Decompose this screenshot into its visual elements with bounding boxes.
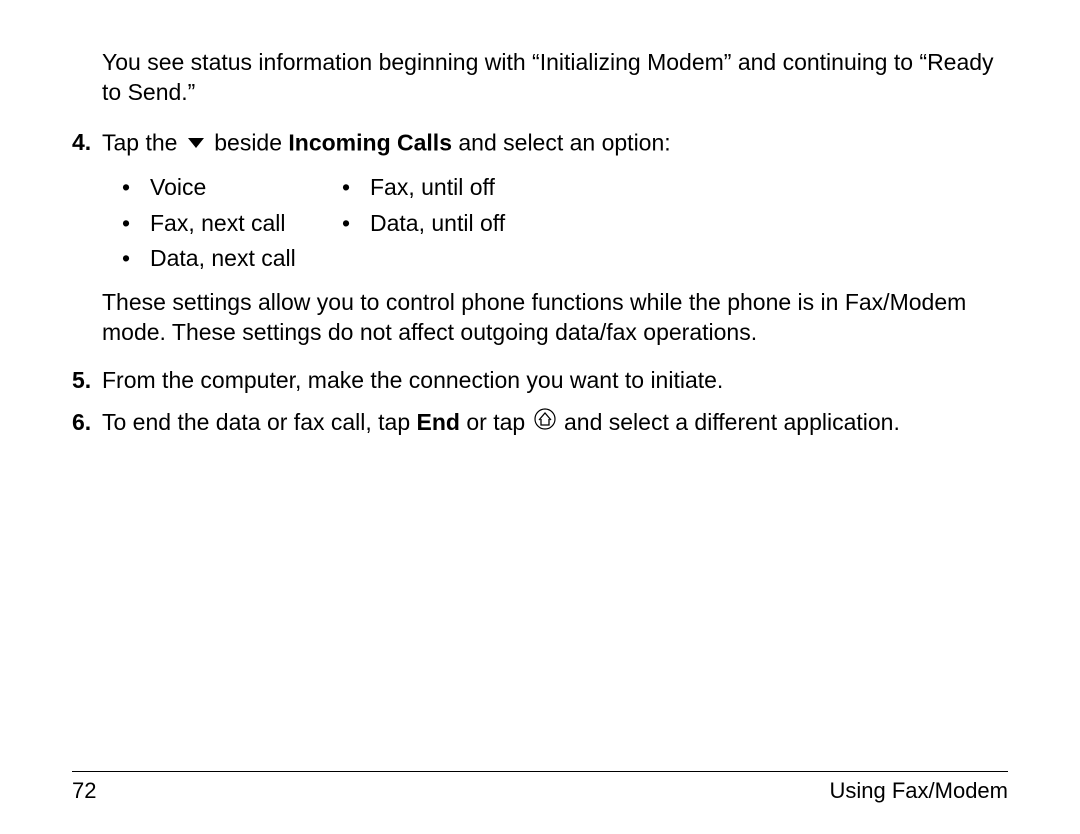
footer-row: 72 Using Fax/Modem: [72, 778, 1008, 804]
document-page: You see status information beginning wit…: [0, 0, 1080, 834]
option-label: Data, next call: [150, 244, 296, 274]
step-5: 5. From the computer, make the connectio…: [72, 366, 1008, 396]
step-6-text-prefix: To end the data or fax call, tap: [102, 409, 417, 435]
page-number: 72: [72, 778, 96, 804]
dropdown-icon: [186, 128, 206, 158]
option-label: Fax, next call: [150, 209, 286, 239]
incoming-calls-label: Incoming Calls: [288, 129, 452, 155]
option-label: Voice: [150, 173, 206, 203]
section-title: Using Fax/Modem: [829, 778, 1008, 804]
step-6-text-suffix: and select a different application.: [564, 409, 900, 435]
bullet-icon: •: [342, 173, 370, 203]
settings-note: These settings allow you to control phon…: [102, 288, 1008, 348]
body-content: You see status information beginning wit…: [72, 48, 1008, 440]
option-voice: • Voice: [122, 173, 342, 203]
step-4-body: Tap the beside Incoming Calls and select…: [102, 128, 1008, 161]
step-4-text-prefix: Tap the: [102, 129, 184, 155]
step-6: 6. To end the data or fax call, tap End …: [72, 408, 1008, 440]
step-6-number: 6.: [72, 408, 102, 440]
bullet-icon: •: [122, 173, 150, 203]
option-label: Data, until off: [370, 209, 505, 239]
intro-paragraph: You see status information beginning wit…: [102, 48, 1008, 108]
step-5-number: 5.: [72, 366, 102, 396]
page-footer: 72 Using Fax/Modem: [72, 771, 1008, 804]
home-icon: [534, 408, 556, 438]
option-fax-until-off: • Fax, until off: [342, 173, 562, 203]
step-5-body: From the computer, make the connection y…: [102, 366, 1008, 396]
bullet-icon: •: [122, 244, 150, 274]
bullet-icon: •: [342, 209, 370, 239]
footer-rule: [72, 771, 1008, 772]
option-label: Fax, until off: [370, 173, 495, 203]
options-list: • Voice • Fax, until off • Fax, next cal…: [122, 173, 1008, 275]
option-data-next-call: • Data, next call: [122, 244, 342, 274]
step-4-number: 4.: [72, 128, 102, 161]
end-label: End: [417, 409, 460, 435]
option-data-until-off: • Data, until off: [342, 209, 562, 239]
step-6-text-middle: or tap: [466, 409, 531, 435]
step-6-body: To end the data or fax call, tap End or …: [102, 408, 1008, 440]
step-4: 4. Tap the beside Incoming Calls and sel…: [72, 128, 1008, 161]
step-4-text-middle: beside: [214, 129, 288, 155]
option-fax-next-call: • Fax, next call: [122, 209, 342, 239]
step-4-text-suffix: and select an option:: [458, 129, 670, 155]
bullet-icon: •: [122, 209, 150, 239]
